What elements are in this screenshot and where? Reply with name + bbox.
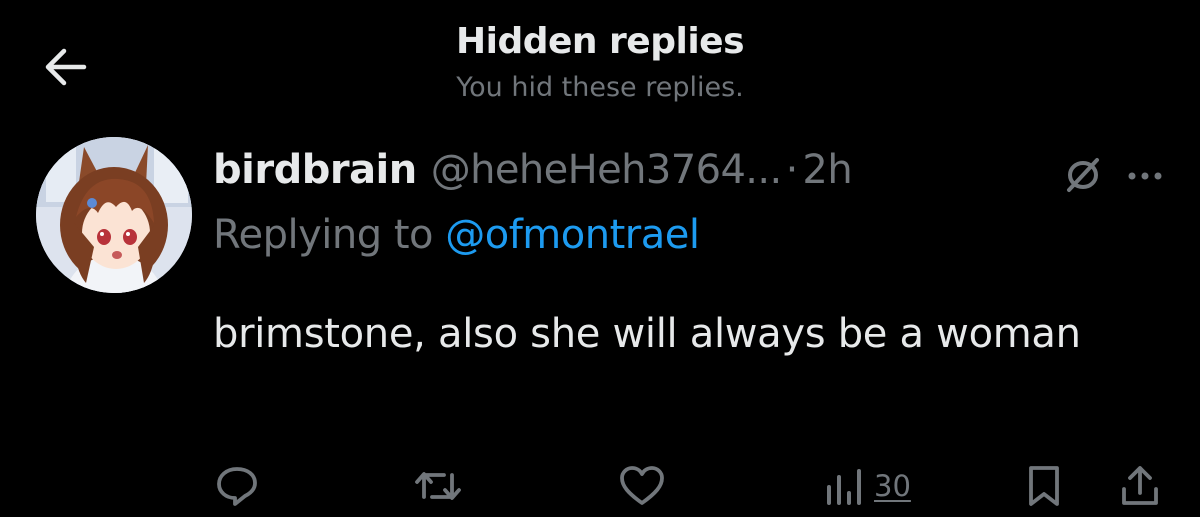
hidden-reply-icon[interactable] (1061, 152, 1105, 196)
bookmark-button[interactable] (1024, 458, 1064, 514)
display-name[interactable]: birdbrain (213, 147, 417, 193)
replying-to-line: Replying to @ofmontrael (213, 212, 700, 258)
avatar[interactable] (36, 137, 192, 293)
views-chart-icon (827, 469, 861, 505)
user-handle[interactable]: @heheHeh3764... (431, 147, 783, 193)
retweet-icon (415, 472, 461, 500)
reply-icon (217, 467, 257, 506)
separator-dot: · (785, 147, 799, 193)
views-count[interactable]: 30 (874, 469, 911, 503)
replying-prefix: Replying to (213, 212, 434, 258)
timestamp[interactable]: 2h (802, 147, 852, 193)
replying-to-mention[interactable]: @ofmontrael (445, 212, 700, 258)
avatar-image (36, 137, 192, 293)
share-icon (1122, 466, 1158, 505)
bookmark-icon (1029, 466, 1059, 506)
tweet-header: birdbrain @heheHeh3764... · 2h (213, 140, 1180, 200)
like-button[interactable] (618, 458, 666, 514)
tweet-actions: 30 (0, 458, 1200, 514)
retweet-button[interactable] (412, 458, 464, 514)
more-dots-icon[interactable] (1123, 152, 1167, 196)
page-subtitle: You hid these replies. (456, 72, 744, 103)
hidden-replies-screen: Hidden replies You hid these replies. bi… (0, 0, 1200, 517)
page-title: Hidden replies (455, 21, 745, 62)
tweet-text: brimstone, also she will always be a wom… (213, 311, 1081, 357)
heart-icon (620, 466, 664, 505)
page-header: Hidden replies You hid these replies. (0, 18, 1200, 106)
views-button[interactable]: 30 (824, 458, 911, 514)
share-button[interactable] (1118, 458, 1162, 514)
reply-button[interactable] (214, 458, 260, 514)
